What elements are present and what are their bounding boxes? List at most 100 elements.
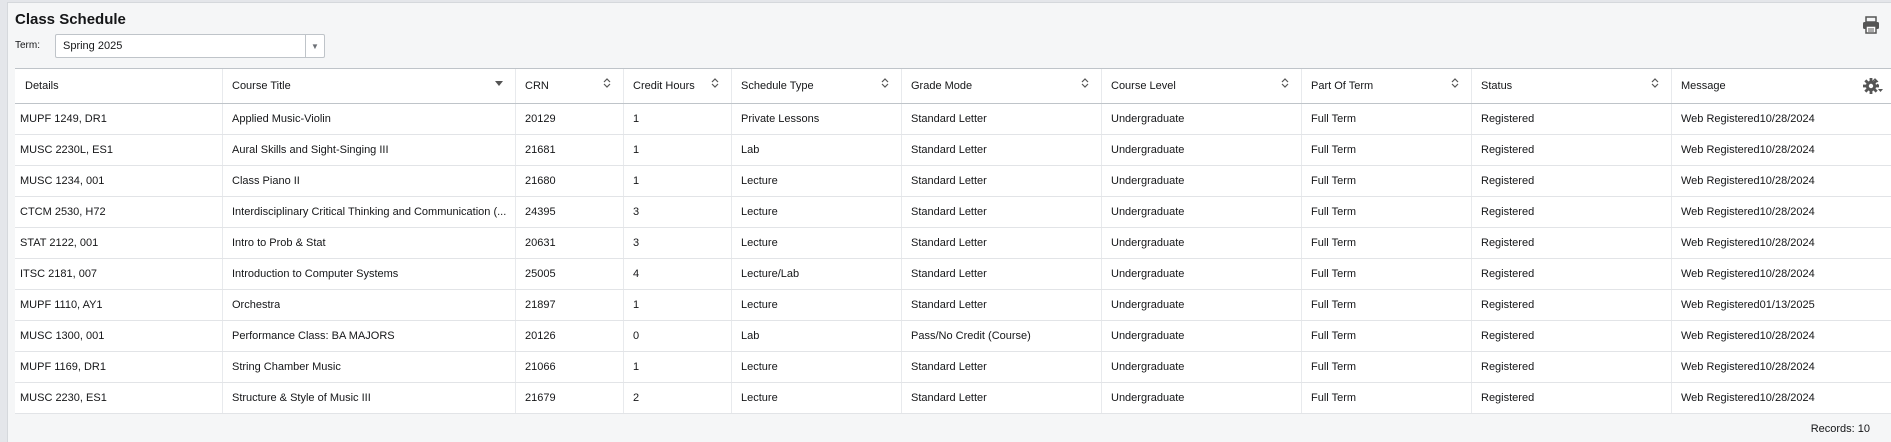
cell-text: Standard Letter <box>911 299 987 311</box>
column-header-label: Credit Hours <box>633 80 695 92</box>
table-body: MUPF 1249, DR1 Applied Music-Violin 20129 1… <box>15 104 1891 414</box>
column-header-course-level[interactable]: Course Level <box>1102 69 1302 103</box>
cell-text: 20631 <box>525 237 556 249</box>
cell-status: Registered <box>1472 135 1672 165</box>
sort-icon[interactable] <box>1081 77 1089 89</box>
cell-text: 3 <box>633 237 640 249</box>
sort-icon[interactable] <box>1281 77 1289 89</box>
sort-icon[interactable] <box>1451 77 1459 89</box>
cell-text: Standard Letter <box>911 175 987 187</box>
cell-text: Full Term <box>1311 361 1357 373</box>
cell-text: 1 <box>633 361 640 373</box>
cell-part-of-term: Full Term <box>1302 228 1472 258</box>
cell-text: Undergraduate <box>1111 113 1185 125</box>
table-row[interactable]: MUSC 1234, 001 Class Piano II 21680 1 Lectur… <box>15 166 1891 197</box>
sort-icon[interactable] <box>711 77 719 89</box>
cell-text: Pass/No Credit (Course) <box>911 330 1031 342</box>
cell-text: Orchestra <box>232 299 281 311</box>
cell-schedule-type: Lab <box>732 321 902 351</box>
cell-text: 1 <box>633 299 640 311</box>
cell-status: Registered <box>1472 166 1672 196</box>
column-header-message[interactable]: Message <box>1672 69 1891 103</box>
term-select[interactable]: Spring 2025 ▼ <box>55 34 325 58</box>
sort-icon[interactable] <box>881 77 889 89</box>
cell-part-of-term: Full Term <box>1302 352 1472 382</box>
cell-crn: 21681 <box>516 135 624 165</box>
table-row[interactable]: MUSC 2230, ES1 Structure & Style of Music… <box>15 383 1891 414</box>
cell-course-title: String Chamber Music <box>223 352 516 382</box>
cell-text: Introduction to Computer Systems <box>232 268 399 280</box>
cell-grade-mode: Standard Letter <box>902 228 1102 258</box>
table-row[interactable]: ITSC 2181, 007 Introduction to Computer S… <box>15 259 1891 290</box>
cell-status: Registered <box>1472 228 1672 258</box>
column-header-status[interactable]: Status <box>1472 69 1672 103</box>
cell-text: 24395 <box>525 206 556 218</box>
table-row[interactable]: CTCM 2530, H72 Interdisciplinary Critical… <box>15 197 1891 228</box>
table-row[interactable]: MUPF 1249, DR1 Applied Music-Violin 20129 1… <box>15 104 1891 135</box>
cell-part-of-term: Full Term <box>1302 321 1472 351</box>
cell-details: MUSC 1300, 001 <box>15 321 223 351</box>
cell-text: Registered <box>1481 268 1535 280</box>
cell-part-of-term: Full Term <box>1302 104 1472 134</box>
table-row[interactable]: MUPF 1110, AY1 Orchestra 21897 1 Lecture Stan… <box>15 290 1891 321</box>
cell-text: Full Term <box>1311 268 1357 280</box>
print-icon[interactable] <box>1861 15 1881 35</box>
sort-descending-icon[interactable] <box>495 81 503 87</box>
cell-grade-mode: Standard Letter <box>902 259 1102 289</box>
cell-part-of-term: Full Term <box>1302 166 1472 196</box>
cell-text: 21680 <box>525 175 556 187</box>
cell-message: Web Registered01/13/2025 <box>1672 290 1891 320</box>
cell-text: Undergraduate <box>1111 206 1185 218</box>
table-row[interactable]: STAT 2122, 001 Intro to Prob & Stat 20631 3… <box>15 228 1891 259</box>
cell-text: Web Registered10/28/2024 <box>1681 330 1815 342</box>
chevron-down-icon[interactable]: ▼ <box>305 35 324 57</box>
cell-message: Web Registered10/28/2024 <box>1672 352 1891 382</box>
sort-icon[interactable] <box>1651 77 1659 89</box>
cell-text: Structure & Style of Music III <box>232 392 371 404</box>
cell-text: Standard Letter <box>911 237 987 249</box>
gear-icon[interactable] <box>1862 76 1884 96</box>
cell-grade-mode: Standard Letter <box>902 197 1102 227</box>
cell-message: Web Registered10/28/2024 <box>1672 104 1891 134</box>
cell-text: 4 <box>633 268 640 280</box>
cell-text: Lecture <box>741 361 778 373</box>
cell-schedule-type: Lecture <box>732 197 902 227</box>
cell-text: MUPF 1249, DR1 <box>20 113 107 125</box>
cell-text: Private Lessons <box>741 113 820 125</box>
column-header-details[interactable]: Details <box>15 69 223 103</box>
sort-icon[interactable] <box>603 77 611 89</box>
column-header-part-of-term[interactable]: Part Of Term <box>1302 69 1472 103</box>
column-header-crn[interactable]: CRN <box>516 69 624 103</box>
table-row[interactable]: MUSC 1300, 001 Performance Class: BA MAJO… <box>15 321 1891 352</box>
cell-text: Aural Skills and Sight-Singing III <box>232 144 389 156</box>
cell-text: Web Registered10/28/2024 <box>1681 144 1815 156</box>
cell-text: Undergraduate <box>1111 299 1185 311</box>
column-header-label: Status <box>1481 80 1513 92</box>
cell-part-of-term: Full Term <box>1302 259 1472 289</box>
cell-text: Undergraduate <box>1111 330 1185 342</box>
cell-crn: 25005 <box>516 259 624 289</box>
cell-text: Undergraduate <box>1111 392 1185 404</box>
table-row[interactable]: MUSC 2230L, ES1 Aural Skills and Sight-Si… <box>15 135 1891 166</box>
column-header-course-title[interactable]: Course Title <box>223 69 516 103</box>
term-select-value: Spring 2025 <box>63 40 123 52</box>
cell-course-title: Class Piano II <box>223 166 516 196</box>
cell-text: Intro to Prob & Stat <box>232 237 326 249</box>
cell-text: Undergraduate <box>1111 268 1185 280</box>
column-header-label: Schedule Type <box>741 80 814 92</box>
table-row[interactable]: MUPF 1169, DR1 String Chamber Music 21066 1… <box>15 352 1891 383</box>
table-header-row: Details Course Title CRN Credit Hours Schedu… <box>15 69 1891 104</box>
cell-text: MUSC 2230, ES1 <box>20 392 107 404</box>
cell-text: Lab <box>741 144 760 156</box>
cell-text: Full Term <box>1311 144 1357 156</box>
cell-credit-hours: 1 <box>624 290 732 320</box>
cell-schedule-type: Lecture/Lab <box>732 259 902 289</box>
column-header-grade-mode[interactable]: Grade Mode <box>902 69 1102 103</box>
column-header-schedule-type[interactable]: Schedule Type <box>732 69 902 103</box>
cell-text: 3 <box>633 206 640 218</box>
cell-text: Full Term <box>1311 330 1357 342</box>
cell-text: Web Registered10/28/2024 <box>1681 175 1815 187</box>
column-header-credit-hours[interactable]: Credit Hours <box>624 69 732 103</box>
cell-text: Lecture <box>741 237 778 249</box>
cell-text: Full Term <box>1311 392 1357 404</box>
